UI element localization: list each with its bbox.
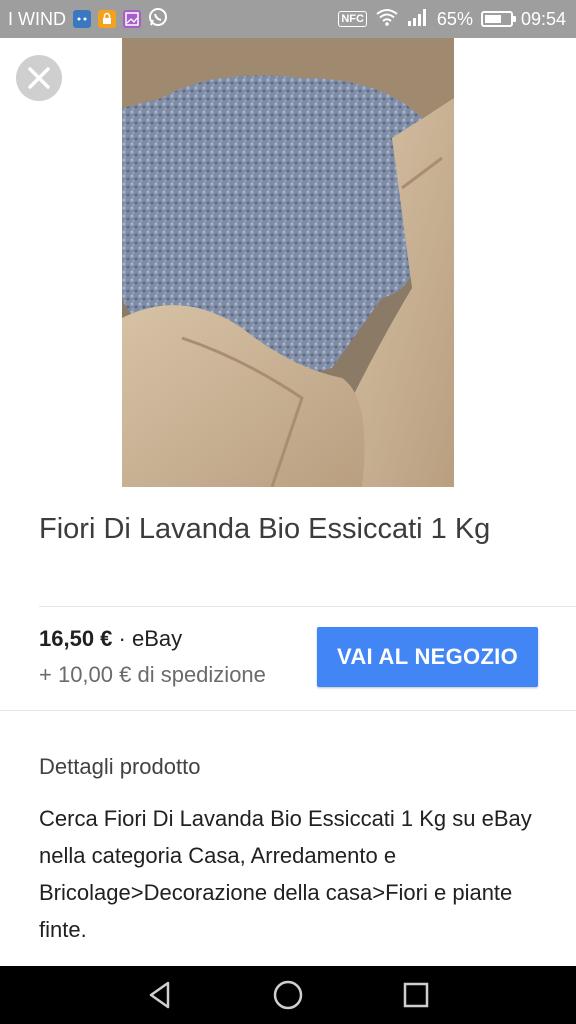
navigation-bar (0, 966, 576, 1024)
status-bar: I WIND NFC 65% 09:54 (0, 0, 576, 38)
home-icon (273, 980, 303, 1010)
price-separator: · (112, 626, 132, 651)
back-icon (149, 981, 170, 1009)
gallery-icon (123, 10, 141, 28)
whatsapp-icon (148, 7, 168, 32)
messenger-icon (73, 10, 91, 28)
clock: 09:54 (520, 8, 566, 29)
price: 16,50 € (39, 626, 113, 651)
shipping-cost: + 10,00 € di spedizione (39, 662, 266, 687)
nav-back-button[interactable] (120, 966, 200, 1024)
details-heading: Dettagli prodotto (39, 754, 201, 779)
signal-icon (407, 8, 429, 31)
product-image (122, 38, 454, 487)
close-button[interactable] (16, 55, 62, 101)
recents-icon (403, 982, 429, 1008)
divider (0, 710, 576, 711)
nav-home-button[interactable] (248, 966, 328, 1024)
lock-app-icon (98, 10, 116, 28)
price-row: 16,50 € · eBay (39, 626, 182, 652)
product-title: Fiori Di Lavanda Bio Essiccati 1 Kg (39, 513, 491, 545)
go-to-store-button[interactable]: VAI AL NEGOZIO (317, 627, 538, 687)
battery-percent: 65% (436, 8, 473, 29)
nfc-icon: NFC (338, 11, 367, 27)
details-description: Cerca Fiori Di Lavanda Bio Essiccati 1 K… (39, 806, 532, 942)
divider (39, 606, 576, 607)
nav-recents-button[interactable] (376, 966, 456, 1024)
battery-icon (480, 11, 516, 27)
carrier-label: I WIND (8, 8, 66, 29)
close-icon (28, 67, 50, 89)
seller-name: eBay (131, 626, 183, 651)
wifi-icon (375, 8, 399, 31)
